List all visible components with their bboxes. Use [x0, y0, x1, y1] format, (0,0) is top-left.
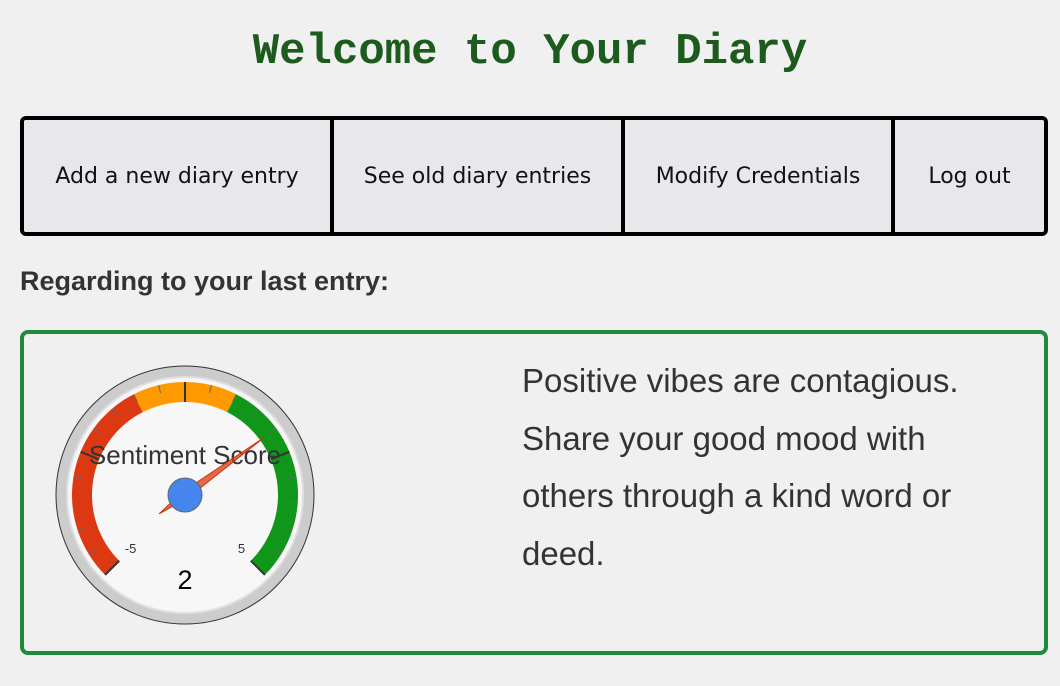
sentiment-gauge: Sentiment Score -5 5 2 [55, 365, 315, 625]
gauge-minor-tick [72, 502, 81, 505]
add-entry-button[interactable]: Add a new diary entry [24, 120, 330, 232]
main-navigation: Add a new diary entry See old diary entr… [20, 116, 1048, 236]
sentiment-message: Positive vibes are contagious. Share you… [522, 362, 959, 572]
gauge-max-label: 5 [238, 541, 245, 556]
last-entry-card: Sentiment Score -5 5 2 Positive vibes ar… [20, 330, 1048, 655]
gauge-minor-tick [289, 502, 298, 505]
gauge-label: Sentiment Score [89, 440, 281, 470]
old-entries-button[interactable]: See old diary entries [330, 120, 621, 232]
gauge-min-label: -5 [125, 541, 137, 556]
page-title: Welcome to Your Diary [252, 27, 808, 77]
modify-credentials-button[interactable]: Modify Credentials [621, 120, 891, 232]
log-out-button[interactable]: Log out [891, 120, 1044, 232]
section-heading: Regarding to your last entry: [20, 266, 390, 296]
gauge-hub [167, 477, 203, 513]
gauge-value: 2 [177, 565, 192, 595]
diary-home: Welcome to Your Diary Add a new diary en… [0, 0, 1060, 686]
